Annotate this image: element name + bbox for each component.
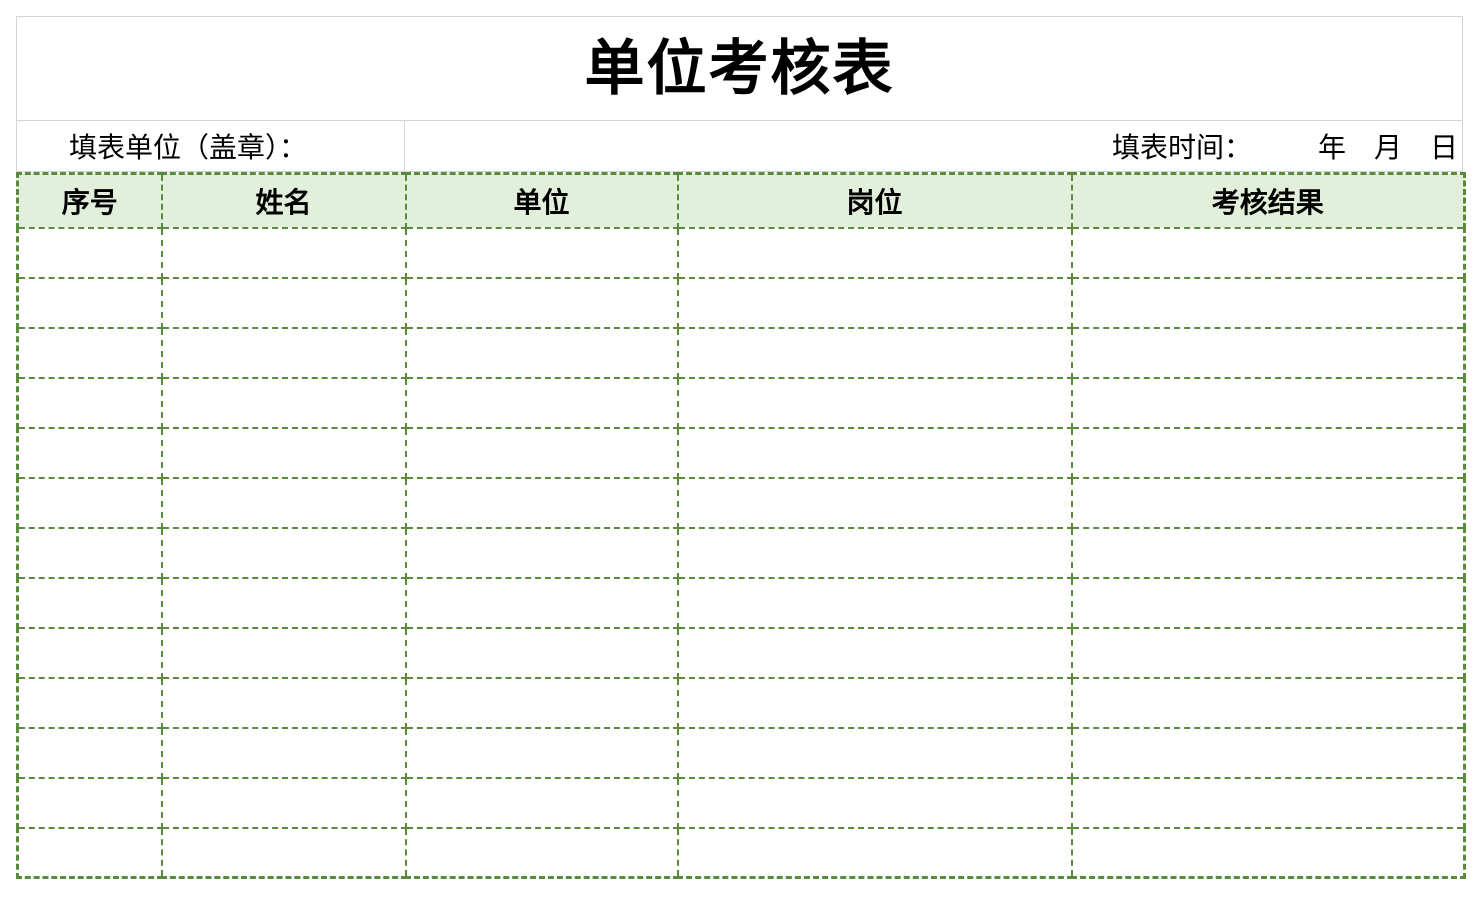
time-label: 填表时间： [1111, 131, 1252, 164]
result-cell[interactable] [1070, 676, 1466, 729]
table-row [16, 226, 1466, 279]
serial-cell[interactable] [16, 826, 163, 879]
table-row [16, 776, 1466, 829]
table-row [16, 676, 1466, 729]
position-cell[interactable] [676, 526, 1073, 579]
assessment-sheet: 单位考核表 填表单位（盖章）： 填表时间： 年 月 日 序号 姓名 单位 岗位 … [16, 16, 1466, 879]
table-body [16, 226, 1466, 879]
name-cell[interactable] [160, 626, 407, 679]
sheet-title: 单位考核表 [584, 33, 895, 104]
position-cell[interactable] [676, 426, 1073, 479]
serial-cell[interactable] [16, 476, 163, 529]
serial-cell[interactable] [16, 676, 163, 729]
month-label: 月 [1373, 131, 1402, 164]
date-cell[interactable]: 填表时间： 年 月 日 [405, 121, 1462, 171]
unit-cell[interactable] [404, 426, 679, 479]
result-cell[interactable] [1070, 276, 1466, 329]
unit-cell[interactable] [404, 326, 679, 379]
unit-cell[interactable] [404, 376, 679, 429]
position-cell[interactable] [676, 626, 1073, 679]
unit-cell[interactable] [404, 676, 679, 729]
name-cell[interactable] [160, 326, 407, 379]
unit-cell[interactable]: 填表单位（盖章）： [17, 121, 405, 171]
result-cell[interactable] [1070, 626, 1466, 679]
serial-cell[interactable] [16, 726, 163, 779]
position-cell[interactable] [676, 276, 1073, 329]
serial-cell[interactable] [16, 426, 163, 479]
day-label: 日 [1429, 131, 1458, 164]
name-cell[interactable] [160, 576, 407, 629]
result-cell[interactable] [1070, 326, 1466, 379]
header-result: 考核结果 [1070, 172, 1466, 229]
position-cell[interactable] [676, 776, 1073, 829]
table-row [16, 276, 1466, 329]
table-row [16, 626, 1466, 679]
name-cell[interactable] [160, 526, 407, 579]
table-row [16, 526, 1466, 579]
position-cell[interactable] [676, 226, 1073, 279]
unit-label: 填表单位（盖章）： [69, 131, 308, 164]
name-cell[interactable] [160, 376, 407, 429]
position-cell[interactable] [676, 476, 1073, 529]
result-cell[interactable] [1070, 476, 1466, 529]
serial-cell[interactable] [16, 326, 163, 379]
header-unit: 单位 [404, 172, 679, 229]
assessment-table: 序号 姓名 单位 岗位 考核结果 [16, 172, 1466, 879]
result-cell[interactable] [1070, 526, 1466, 579]
serial-cell[interactable] [16, 776, 163, 829]
unit-cell[interactable] [404, 476, 679, 529]
serial-cell[interactable] [16, 526, 163, 579]
serial-cell[interactable] [16, 576, 163, 629]
title-row: 单位考核表 [16, 16, 1463, 120]
name-cell[interactable] [160, 276, 407, 329]
result-cell[interactable] [1070, 726, 1466, 779]
position-cell[interactable] [676, 576, 1073, 629]
result-cell[interactable] [1070, 576, 1466, 629]
unit-cell[interactable] [404, 826, 679, 879]
unit-cell[interactable] [404, 576, 679, 629]
header-position: 岗位 [676, 172, 1073, 229]
info-row: 填表单位（盖章）： 填表时间： 年 月 日 [16, 120, 1463, 172]
position-cell[interactable] [676, 726, 1073, 779]
name-cell[interactable] [160, 826, 407, 879]
name-cell[interactable] [160, 776, 407, 829]
position-cell[interactable] [676, 326, 1073, 379]
unit-cell[interactable] [404, 626, 679, 679]
result-cell[interactable] [1070, 426, 1466, 479]
position-cell[interactable] [676, 376, 1073, 429]
serial-cell[interactable] [16, 376, 163, 429]
name-cell[interactable] [160, 726, 407, 779]
table-row [16, 826, 1466, 879]
table-row [16, 326, 1466, 379]
header-name: 姓名 [160, 172, 407, 229]
name-cell[interactable] [160, 426, 407, 479]
unit-cell[interactable] [404, 226, 679, 279]
unit-cell[interactable] [404, 276, 679, 329]
position-cell[interactable] [676, 676, 1073, 729]
result-cell[interactable] [1070, 826, 1466, 879]
table-row [16, 726, 1466, 779]
position-cell[interactable] [676, 826, 1073, 879]
header-serial-number: 序号 [16, 172, 163, 229]
table-row [16, 476, 1466, 529]
result-cell[interactable] [1070, 226, 1466, 279]
table-row [16, 426, 1466, 479]
name-cell[interactable] [160, 226, 407, 279]
year-label: 年 [1317, 131, 1346, 164]
serial-cell[interactable] [16, 276, 163, 329]
serial-cell[interactable] [16, 626, 163, 679]
unit-cell[interactable] [404, 776, 679, 829]
header-row: 序号 姓名 单位 岗位 考核结果 [16, 172, 1466, 229]
table-row [16, 576, 1466, 629]
result-cell[interactable] [1070, 376, 1466, 429]
table-row [16, 376, 1466, 429]
result-cell[interactable] [1070, 776, 1466, 829]
unit-cell[interactable] [404, 726, 679, 779]
name-cell[interactable] [160, 476, 407, 529]
name-cell[interactable] [160, 676, 407, 729]
serial-cell[interactable] [16, 226, 163, 279]
unit-cell[interactable] [404, 526, 679, 579]
